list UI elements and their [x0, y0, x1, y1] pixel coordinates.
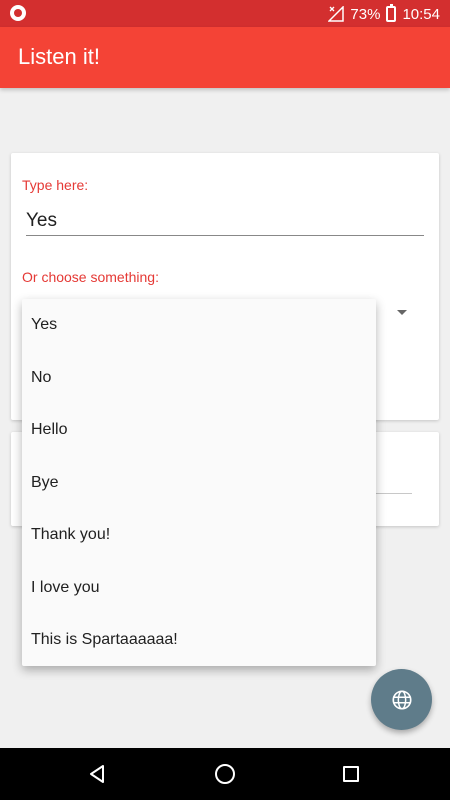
battery-percent: 73% — [350, 5, 381, 23]
choose-label: Or choose something: — [22, 269, 159, 285]
navigation-bar — [0, 748, 450, 800]
globe-icon — [391, 689, 412, 710]
type-here-label: Type here: — [22, 177, 89, 193]
card-underline — [376, 493, 412, 494]
status-bar: 73% 10:54 — [0, 0, 450, 27]
recents-icon[interactable] — [343, 766, 359, 782]
dropdown-option-i-love-you[interactable]: I love you — [22, 562, 376, 615]
no-signal-icon — [328, 6, 345, 22]
dropdown-option-sparta[interactable]: This is Spartaaaaaa! — [22, 614, 376, 667]
back-icon[interactable] — [88, 765, 106, 783]
dropdown-option-thank-you[interactable]: Thank you! — [22, 509, 376, 562]
app-bar: Listen it! — [0, 27, 450, 88]
speak-fab-button[interactable] — [371, 669, 432, 730]
dropdown-option-bye[interactable]: Bye — [22, 457, 376, 510]
app-title: Listen it! — [18, 44, 100, 69]
recording-icon — [10, 5, 26, 21]
dropdown-option-yes[interactable]: Yes — [22, 299, 376, 352]
dropdown-arrow-icon[interactable] — [397, 310, 407, 315]
status-right: 73% 10:54 — [328, 4, 440, 24]
battery-charging-icon — [386, 4, 397, 22]
home-icon[interactable] — [215, 764, 235, 784]
input-underline — [26, 235, 424, 236]
dropdown-option-no[interactable]: No — [22, 352, 376, 405]
status-time: 10:54 — [402, 5, 440, 23]
text-input[interactable]: Yes — [26, 210, 57, 232]
dropdown-menu: Yes No Hello Bye Thank you! I love you T… — [22, 299, 376, 666]
dropdown-option-hello[interactable]: Hello — [22, 404, 376, 457]
